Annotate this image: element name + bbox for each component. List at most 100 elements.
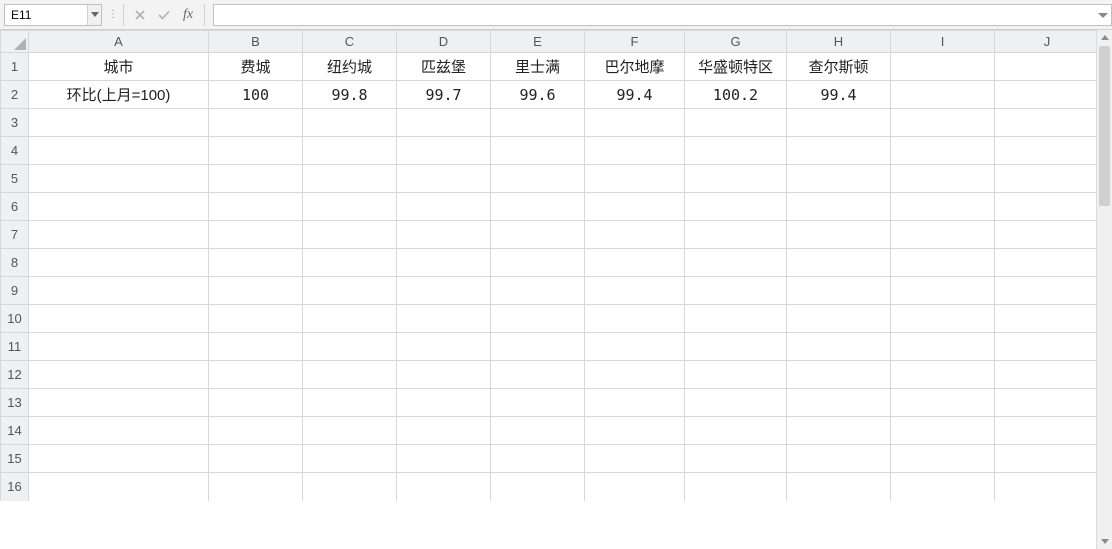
- cell-H13[interactable]: [787, 389, 891, 417]
- cell-G14[interactable]: [685, 417, 787, 445]
- cell-I5[interactable]: [891, 165, 995, 193]
- cell-D12[interactable]: [397, 361, 491, 389]
- cell-E14[interactable]: [491, 417, 585, 445]
- cell-G8[interactable]: [685, 249, 787, 277]
- cell-H11[interactable]: [787, 333, 891, 361]
- cell-F5[interactable]: [585, 165, 685, 193]
- cell-J6[interactable]: [995, 193, 1100, 221]
- cell-E11[interactable]: [491, 333, 585, 361]
- cell-E13[interactable]: [491, 389, 585, 417]
- cell-F11[interactable]: [585, 333, 685, 361]
- scroll-thumb[interactable]: [1099, 46, 1110, 206]
- cell-I11[interactable]: [891, 333, 995, 361]
- column-header-A[interactable]: A: [29, 31, 209, 53]
- cell-J3[interactable]: [995, 109, 1100, 137]
- cell-D2[interactable]: 99.7: [397, 81, 491, 109]
- cell-A8[interactable]: [29, 249, 209, 277]
- cell-B7[interactable]: [209, 221, 303, 249]
- cell-D4[interactable]: [397, 137, 491, 165]
- cell-J10[interactable]: [995, 305, 1100, 333]
- cell-D7[interactable]: [397, 221, 491, 249]
- cell-A9[interactable]: [29, 277, 209, 305]
- insert-function-button[interactable]: fx: [176, 4, 200, 26]
- cell-F4[interactable]: [585, 137, 685, 165]
- cell-A4[interactable]: [29, 137, 209, 165]
- cell-B3[interactable]: [209, 109, 303, 137]
- name-box[interactable]: [5, 5, 87, 25]
- cell-G12[interactable]: [685, 361, 787, 389]
- cell-B16[interactable]: [209, 473, 303, 501]
- cell-G4[interactable]: [685, 137, 787, 165]
- cell-A10[interactable]: [29, 305, 209, 333]
- cell-I9[interactable]: [891, 277, 995, 305]
- cell-F16[interactable]: [585, 473, 685, 501]
- cell-B2[interactable]: 100: [209, 81, 303, 109]
- column-header-C[interactable]: C: [303, 31, 397, 53]
- cell-I16[interactable]: [891, 473, 995, 501]
- cell-J11[interactable]: [995, 333, 1100, 361]
- cell-H14[interactable]: [787, 417, 891, 445]
- cell-B13[interactable]: [209, 389, 303, 417]
- row-header-12[interactable]: 12: [1, 361, 29, 389]
- row-header-2[interactable]: 2: [1, 81, 29, 109]
- vertical-scrollbar[interactable]: [1096, 30, 1112, 549]
- cell-C7[interactable]: [303, 221, 397, 249]
- cell-E3[interactable]: [491, 109, 585, 137]
- cell-E9[interactable]: [491, 277, 585, 305]
- cell-C13[interactable]: [303, 389, 397, 417]
- cell-G2[interactable]: 100.2: [685, 81, 787, 109]
- cell-C8[interactable]: [303, 249, 397, 277]
- formula-input[interactable]: [213, 4, 1094, 26]
- cell-F1[interactable]: 巴尔地摩: [585, 53, 685, 81]
- cell-G1[interactable]: 华盛顿特区: [685, 53, 787, 81]
- cell-C5[interactable]: [303, 165, 397, 193]
- cell-B14[interactable]: [209, 417, 303, 445]
- cancel-button[interactable]: [128, 4, 152, 26]
- cell-C14[interactable]: [303, 417, 397, 445]
- cell-D8[interactable]: [397, 249, 491, 277]
- cell-F6[interactable]: [585, 193, 685, 221]
- cell-E1[interactable]: 里士满: [491, 53, 585, 81]
- cell-B8[interactable]: [209, 249, 303, 277]
- column-header-F[interactable]: F: [585, 31, 685, 53]
- row-header-16[interactable]: 16: [1, 473, 29, 501]
- cell-B15[interactable]: [209, 445, 303, 473]
- cell-H4[interactable]: [787, 137, 891, 165]
- cell-F14[interactable]: [585, 417, 685, 445]
- row-header-4[interactable]: 4: [1, 137, 29, 165]
- cell-D3[interactable]: [397, 109, 491, 137]
- row-header-9[interactable]: 9: [1, 277, 29, 305]
- cell-H10[interactable]: [787, 305, 891, 333]
- cell-C12[interactable]: [303, 361, 397, 389]
- cell-J14[interactable]: [995, 417, 1100, 445]
- row-header-6[interactable]: 6: [1, 193, 29, 221]
- cell-I14[interactable]: [891, 417, 995, 445]
- cell-B1[interactable]: 费城: [209, 53, 303, 81]
- cell-G6[interactable]: [685, 193, 787, 221]
- cell-J7[interactable]: [995, 221, 1100, 249]
- name-box-dropdown[interactable]: [87, 5, 101, 25]
- cell-F15[interactable]: [585, 445, 685, 473]
- cell-F9[interactable]: [585, 277, 685, 305]
- cell-D10[interactable]: [397, 305, 491, 333]
- cell-J16[interactable]: [995, 473, 1100, 501]
- cell-D11[interactable]: [397, 333, 491, 361]
- cell-J13[interactable]: [995, 389, 1100, 417]
- cell-J8[interactable]: [995, 249, 1100, 277]
- cell-A12[interactable]: [29, 361, 209, 389]
- cell-H6[interactable]: [787, 193, 891, 221]
- grid[interactable]: ABCDEFGHIJ1城市费城纽约城匹兹堡里士满巴尔地摩华盛顿特区查尔斯顿2环比…: [0, 30, 1100, 501]
- cell-F2[interactable]: 99.4: [585, 81, 685, 109]
- column-header-J[interactable]: J: [995, 31, 1100, 53]
- cell-C4[interactable]: [303, 137, 397, 165]
- cell-A15[interactable]: [29, 445, 209, 473]
- cell-F10[interactable]: [585, 305, 685, 333]
- row-header-14[interactable]: 14: [1, 417, 29, 445]
- row-header-11[interactable]: 11: [1, 333, 29, 361]
- cell-E12[interactable]: [491, 361, 585, 389]
- cell-B11[interactable]: [209, 333, 303, 361]
- cell-H16[interactable]: [787, 473, 891, 501]
- cell-I2[interactable]: [891, 81, 995, 109]
- cell-C11[interactable]: [303, 333, 397, 361]
- row-header-15[interactable]: 15: [1, 445, 29, 473]
